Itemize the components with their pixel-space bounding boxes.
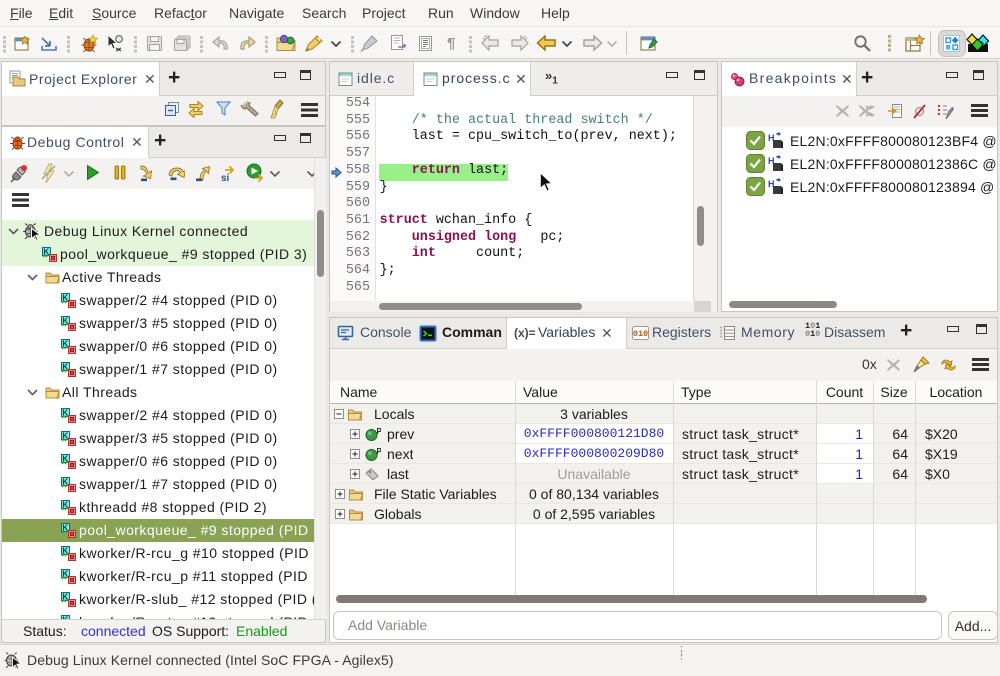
svg-text:P: P (377, 427, 382, 436)
svg-text:010: 010 (633, 329, 648, 339)
svg-text:P: P (377, 447, 382, 456)
svg-text:si: si (221, 173, 230, 183)
